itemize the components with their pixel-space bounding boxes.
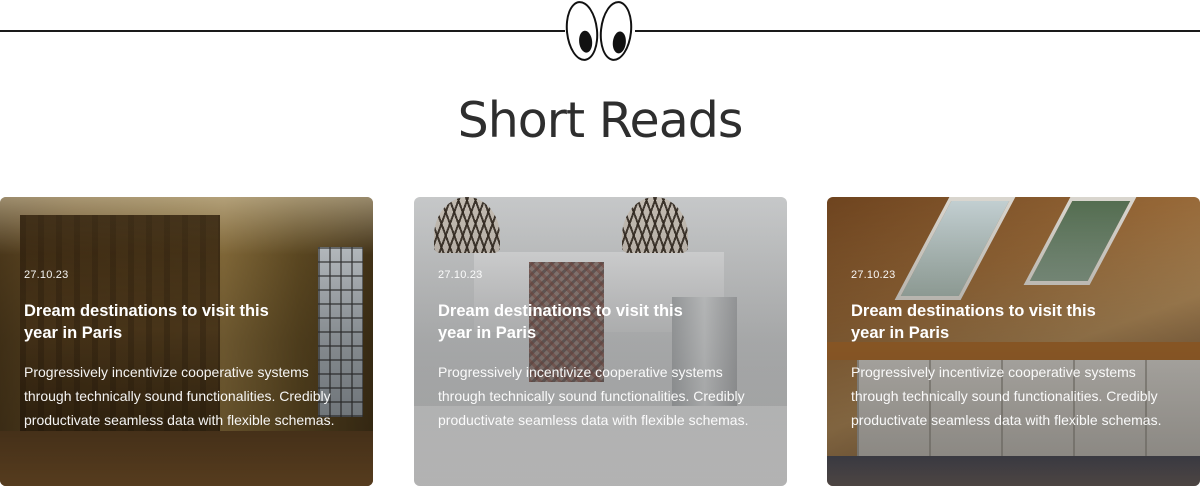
card-title[interactable]: Dream destinations to visit this year in… [851,300,1111,344]
section-title: Short Reads [457,92,744,149]
card-date: 27.10.23 [24,269,69,281]
card-title[interactable]: Dream destinations to visit this year in… [438,300,698,344]
eyes-icon [562,0,636,64]
right-eye-icon [596,0,636,63]
article-card[interactable]: 27.10.23 Dream destinations to visit thi… [0,197,373,486]
card-excerpt: Progressively incentivize cooperative sy… [851,364,1162,428]
article-card[interactable]: 27.10.23 Dream destinations to visit thi… [827,197,1200,486]
card-excerpt: Progressively incentivize cooperative sy… [438,364,749,428]
card-excerpt: Progressively incentivize cooperative sy… [24,364,335,428]
short-reads-cards: 27.10.23 Dream destinations to visit thi… [0,197,1200,486]
card-title[interactable]: Dream destinations to visit this year in… [24,300,284,344]
card-date: 27.10.23 [438,269,483,281]
card-date: 27.10.23 [851,269,896,281]
left-eye-icon [562,0,602,63]
article-card[interactable]: 27.10.23 Dream destinations to visit thi… [414,197,787,486]
